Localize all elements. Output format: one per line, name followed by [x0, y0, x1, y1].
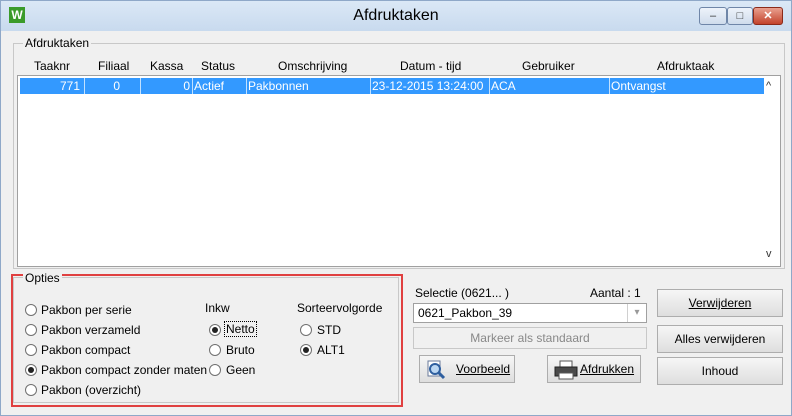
cell-gebruiker: ACA	[491, 79, 516, 93]
afdruktaken-window: W Afdruktaken – □ ✕ Afdruktaken Taaknr F…	[0, 0, 792, 416]
afdrukken-button[interactable]: Afdrukken	[547, 355, 641, 383]
column-header-datum-tijd[interactable]: Datum - tijd	[400, 59, 461, 73]
radio-pakbon-per-serie[interactable]	[25, 304, 37, 316]
inkw-label: Inkw	[205, 301, 230, 315]
radio-pakbon-overzicht[interactable]	[25, 384, 37, 396]
maximize-icon: □	[736, 10, 744, 22]
afdruktaken-group-label: Afdruktaken	[23, 36, 92, 50]
radio-label-std: STD	[317, 323, 341, 337]
column-separator	[192, 78, 193, 94]
verwijderen-button[interactable]: Verwijderen	[657, 289, 783, 317]
radio-inkw-bruto[interactable]	[209, 344, 221, 356]
cell-afdruktaak: Ontvangst	[611, 79, 666, 93]
radio-inkw-geen[interactable]	[209, 364, 221, 376]
cell-taaknr: 771	[59, 79, 80, 93]
close-button[interactable]: ✕	[753, 7, 783, 25]
alles-verwijderen-button[interactable]: Alles verwijderen	[657, 325, 783, 353]
printer-icon	[554, 360, 578, 380]
afdruktaken-list[interactable]: 771 0 0 Actief Pakbonnen 23-12-2015 13:2…	[17, 75, 781, 267]
maximize-button[interactable]: □	[727, 7, 753, 25]
magnifier-icon	[426, 360, 446, 380]
verwijderen-label: Verwijderen	[688, 296, 752, 310]
inhoud-label: Inhoud	[701, 364, 739, 378]
cell-datum-tijd: 23-12-2015 13:24:00	[372, 79, 484, 93]
radio-pakbon-compact[interactable]	[25, 344, 37, 356]
column-header-status[interactable]: Status	[201, 59, 235, 73]
radio-label-geen: Geen	[226, 363, 256, 377]
voorbeeld-label: Voorbeeld	[456, 362, 511, 376]
radio-label-bruto: Bruto	[226, 343, 255, 357]
radio-sort-alt1[interactable]	[300, 344, 312, 356]
focus-rect: Netto	[224, 321, 257, 337]
column-separator	[246, 78, 247, 94]
column-header-gebruiker[interactable]: Gebruiker	[522, 59, 575, 73]
minimize-button[interactable]: –	[699, 7, 727, 25]
column-separator	[140, 78, 141, 94]
radio-label-pakbon-overzicht: Pakbon (overzicht)	[41, 383, 142, 397]
column-header-taaknr[interactable]: Taaknr	[34, 59, 70, 73]
sorteervolgorde-label: Sorteervolgorde	[297, 301, 383, 315]
radio-label-pakbon-per-serie: Pakbon per serie	[41, 303, 132, 317]
chevron-down-icon[interactable]: ▾	[627, 304, 646, 322]
radio-inkw-netto[interactable]	[209, 324, 221, 336]
cell-status: Actief	[194, 79, 225, 93]
column-header-omschrijving[interactable]: Omschrijving	[278, 59, 347, 73]
radio-label-netto: Netto	[224, 321, 257, 337]
column-header-filiaal[interactable]: Filiaal	[98, 59, 129, 73]
column-separator	[489, 78, 490, 94]
column-separator	[609, 78, 610, 94]
scroll-up-icon[interactable]: ^	[766, 80, 771, 92]
column-separator	[84, 78, 85, 94]
radio-label-pakbon-compact-zonder-maten: Pakbon compact zonder maten	[41, 363, 208, 377]
radio-label-alt1: ALT1	[317, 343, 345, 357]
window-title: Afdruktaken	[353, 7, 439, 24]
markeer-als-standaard-button[interactable]: Markeer als standaard	[413, 327, 647, 349]
afdrukken-label: Afdrukken	[580, 362, 635, 376]
selectie-label: Selectie (0621... )	[415, 286, 510, 300]
selectie-combo-value: 0621_Pakbon_39	[418, 306, 513, 320]
table-row[interactable]: 771 0 0 Actief Pakbonnen 23-12-2015 13:2…	[20, 78, 764, 94]
close-icon: ✕	[763, 10, 773, 22]
title-bar: W Afdruktaken – □ ✕	[1, 1, 791, 31]
cell-filiaal: 0	[113, 79, 120, 93]
column-separator	[370, 78, 371, 94]
opties-group-label: Opties	[23, 271, 62, 285]
aantal-label: Aantal : 1	[590, 286, 641, 300]
column-header-kassa[interactable]: Kassa	[150, 59, 183, 73]
minimize-icon: –	[709, 10, 717, 22]
scroll-down-icon[interactable]: v	[766, 248, 772, 260]
radio-pakbon-verzameld[interactable]	[25, 324, 37, 336]
cell-omschrijving: Pakbonnen	[248, 79, 309, 93]
radio-label-pakbon-verzameld: Pakbon verzameld	[41, 323, 141, 337]
radio-sort-std[interactable]	[300, 324, 312, 336]
inhoud-button[interactable]: Inhoud	[657, 357, 783, 385]
radio-pakbon-compact-zonder-maten[interactable]	[25, 364, 37, 376]
alles-verwijderen-label: Alles verwijderen	[674, 332, 766, 346]
cell-kassa: 0	[183, 79, 190, 93]
voorbeeld-button[interactable]: Voorbeeld	[419, 355, 515, 383]
column-header-afdruktaak[interactable]: Afdruktaak	[657, 59, 714, 73]
selectie-combobox[interactable]: 0621_Pakbon_39 ▾	[413, 303, 647, 323]
radio-label-pakbon-compact: Pakbon compact	[41, 343, 131, 357]
